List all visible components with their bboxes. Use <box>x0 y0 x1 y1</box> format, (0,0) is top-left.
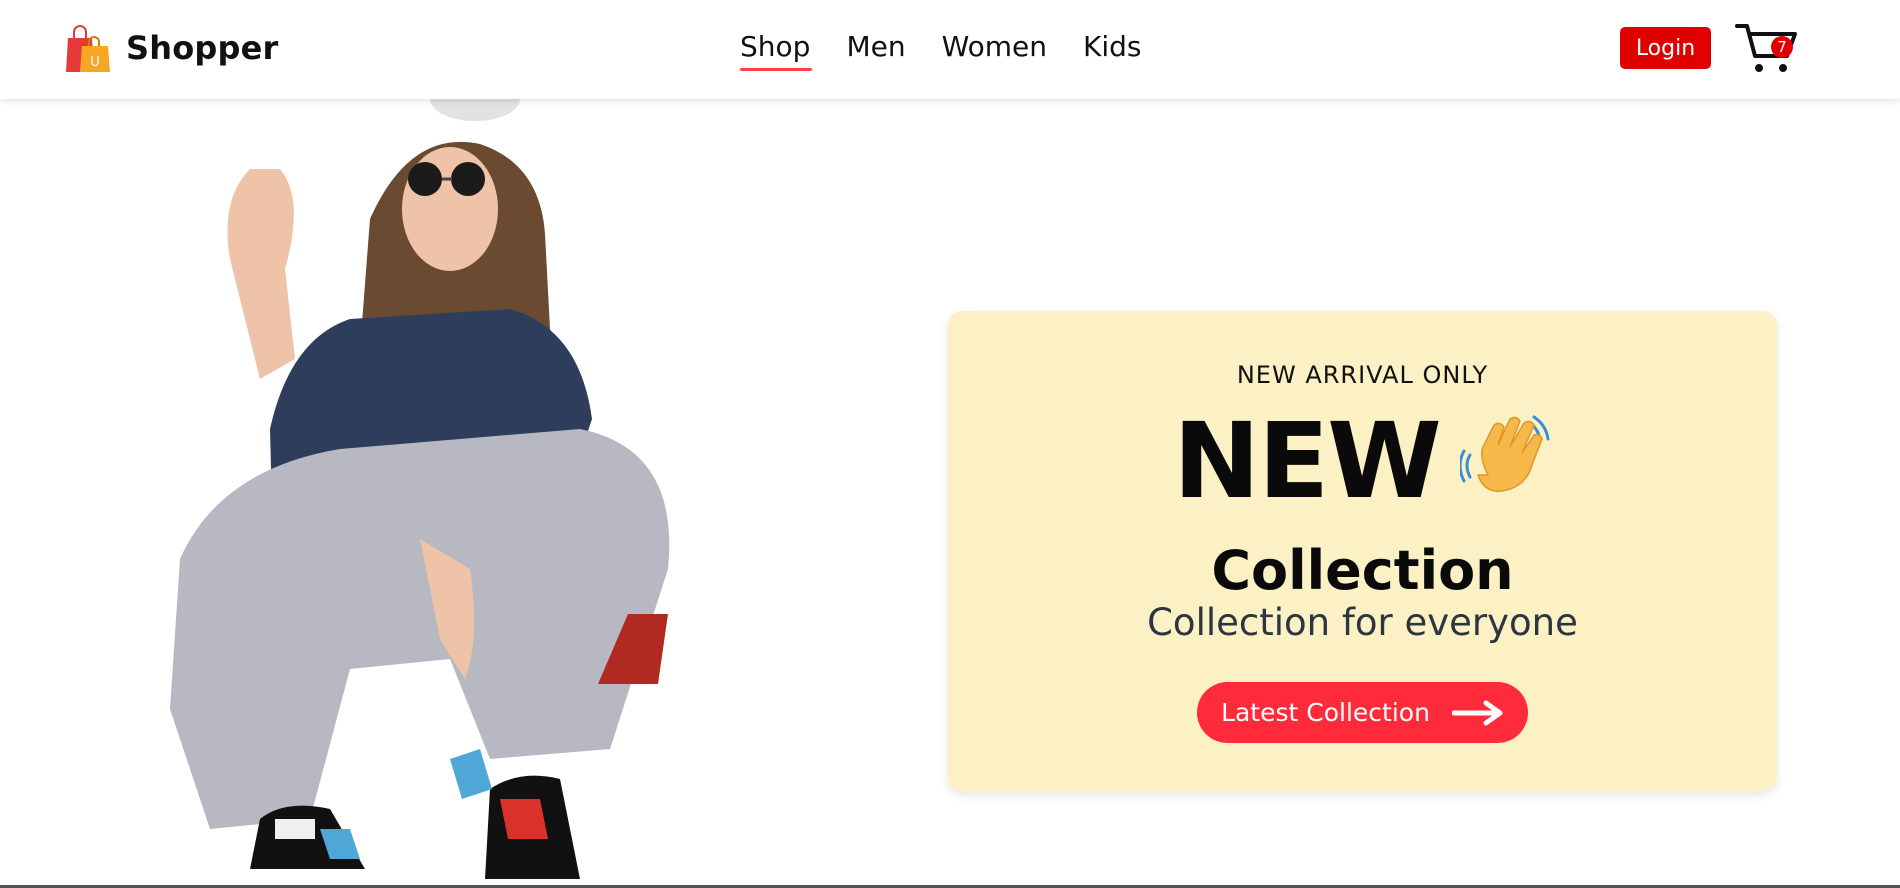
waving-hand-icon <box>1459 415 1552 507</box>
promo-headline-row: NEW <box>948 409 1777 513</box>
promo-subtitle: Collection for everyone <box>1147 601 1578 644</box>
svg-text:U: U <box>90 55 100 70</box>
promo-collection-title: Collection <box>1211 539 1514 602</box>
main-menu: Shop Men Women Kids <box>740 30 1142 71</box>
shopping-bags-icon: U <box>62 24 112 72</box>
latest-collection-button[interactable]: Latest Collection <box>1197 682 1528 743</box>
hero-model-image <box>150 99 810 888</box>
menu-item-shop[interactable]: Shop <box>740 30 813 71</box>
cart-button[interactable]: 7 <box>1735 20 1801 76</box>
brand[interactable]: U Shopper <box>62 24 279 72</box>
menu-item-men[interactable]: Men <box>846 30 905 71</box>
cart-count-badge: 7 <box>1771 36 1793 58</box>
login-button[interactable]: Login <box>1620 27 1711 69</box>
latest-collection-label: Latest Collection <box>1221 698 1430 727</box>
menu-item-women[interactable]: Women <box>942 30 1047 71</box>
brand-name: Shopper <box>126 29 279 67</box>
menu-item-kids[interactable]: Kids <box>1083 30 1142 71</box>
arrow-right-icon <box>1451 700 1504 726</box>
promo-card: NEW ARRIVAL ONLY NEW Collection Collecti… <box>948 311 1777 791</box>
top-navbar: U Shopper Shop Men Women Kids Login 7 <box>0 0 1900 99</box>
promo-headline: NEW <box>1173 400 1442 522</box>
promo-eyebrow: NEW ARRIVAL ONLY <box>1236 361 1489 389</box>
